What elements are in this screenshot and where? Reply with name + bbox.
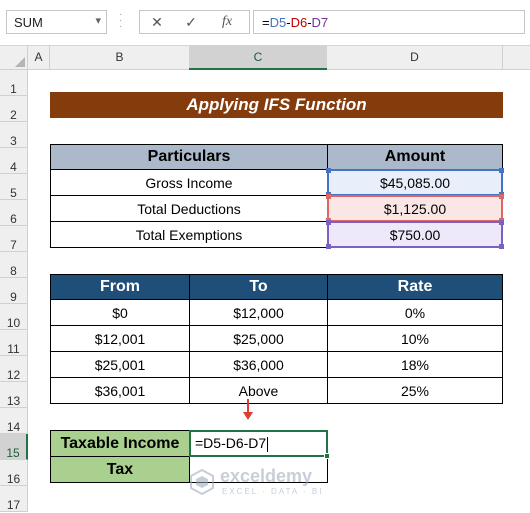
referenced-range-d5[interactable]: $45,085.00 — [326, 168, 504, 197]
amount-cell: $45,085.00 — [379, 174, 451, 191]
chevron-down-icon[interactable]: ▾ — [95, 14, 101, 27]
range-handle[interactable] — [499, 194, 504, 199]
referenced-range-d7[interactable]: $750.00 — [326, 220, 504, 249]
particular-cell[interactable]: Total Exemptions — [50, 221, 328, 248]
formula-token: = — [262, 15, 270, 30]
row-header-3[interactable]: 3 — [0, 122, 28, 148]
column-header-c[interactable]: C — [189, 46, 328, 70]
row-header-15[interactable]: 15 — [0, 434, 28, 460]
active-cell-c15[interactable]: =D5-D6-D7 — [189, 430, 330, 459]
to-cell[interactable]: Above — [189, 377, 328, 404]
rate-cell[interactable]: 25% — [327, 377, 503, 404]
range-handle[interactable] — [499, 244, 504, 249]
row-header-12[interactable]: 12 — [0, 356, 28, 382]
range-handle[interactable] — [326, 168, 331, 173]
row-header-5[interactable]: 5 — [0, 174, 28, 200]
to-cell[interactable]: $12,000 — [189, 299, 328, 326]
watermark-tagline: EXCEL · DATA · BI — [222, 487, 324, 496]
sheet-title[interactable]: Applying IFS Function — [50, 92, 503, 118]
select-all-triangle-icon — [15, 57, 25, 67]
row-header-11[interactable]: 11 — [0, 330, 28, 356]
exceldemy-watermark: exceldemy EXCEL · DATA · BI — [190, 463, 360, 503]
amount-header[interactable]: Amount — [327, 144, 503, 170]
range-handle[interactable] — [326, 194, 331, 199]
from-cell[interactable]: $12,001 — [50, 325, 190, 352]
taxable-income-label[interactable]: Taxable Income — [50, 430, 190, 457]
particular-cell[interactable]: Total Deductions — [50, 195, 328, 222]
cell-editing-text: =D5-D6-D7 — [195, 435, 269, 452]
formula-token: D5 — [269, 15, 287, 30]
column-header-d[interactable]: D — [327, 46, 503, 70]
particulars-header[interactable]: Particulars — [50, 144, 328, 170]
column-header-a[interactable]: A — [28, 46, 50, 70]
from-cell[interactable]: $25,001 — [50, 351, 190, 378]
range-handle[interactable] — [326, 244, 331, 249]
rate-cell[interactable]: 0% — [327, 299, 503, 326]
from-cell[interactable]: $0 — [50, 299, 190, 326]
column-header-filler — [503, 46, 530, 70]
row-header-9[interactable]: 9 — [0, 278, 28, 304]
formula-buttons: ✕ ✓ fx — [139, 10, 250, 34]
formula-input[interactable]: =D5-D6-D7 — [253, 10, 525, 34]
range-handle[interactable] — [499, 168, 504, 173]
rate-cell[interactable]: 18% — [327, 351, 503, 378]
tax-label[interactable]: Tax — [50, 456, 190, 483]
row-header-1[interactable]: 1 — [0, 70, 28, 96]
name-box-value: SUM — [14, 15, 43, 30]
from-cell[interactable]: $36,001 — [50, 377, 190, 404]
insert-function-icon[interactable]: fx — [216, 13, 238, 31]
rate-cell[interactable]: 10% — [327, 325, 503, 352]
row-header-6[interactable]: 6 — [0, 200, 28, 226]
row-header-7[interactable]: 7 — [0, 226, 28, 252]
to-header[interactable]: To — [189, 274, 328, 300]
formula-bar: SUM ▾ · · · ✕ ✓ fx =D5-D6-D7 — [0, 0, 530, 46]
row-header-4[interactable]: 4 — [0, 148, 28, 174]
fill-handle[interactable] — [324, 453, 330, 459]
excel-window: SUM ▾ · · · ✕ ✓ fx =D5-D6-D7 ABCD 12345678… — [0, 0, 530, 513]
range-handle[interactable] — [499, 220, 504, 225]
text-caret — [267, 436, 269, 452]
column-header-b[interactable]: B — [50, 46, 190, 70]
amount-cell: $750.00 — [389, 226, 441, 243]
name-box[interactable]: SUM ▾ — [6, 10, 107, 34]
to-cell[interactable]: $25,000 — [189, 325, 328, 352]
row-header-8[interactable]: 8 — [0, 252, 28, 278]
row-header-10[interactable]: 10 — [0, 304, 28, 330]
annotation-arrow-icon — [243, 399, 253, 420]
to-cell[interactable]: $36,000 — [189, 351, 328, 378]
cancel-icon[interactable]: ✕ — [146, 13, 168, 31]
formula-token: D7 — [311, 15, 329, 30]
row-header-16[interactable]: 16 — [0, 460, 28, 486]
drag-handle-icon[interactable]: · · · — [119, 10, 122, 32]
formula-text: =D5-D6-D7 — [262, 15, 328, 30]
watermark-name: exceldemy — [220, 466, 313, 486]
enter-check-icon[interactable]: ✓ — [180, 13, 202, 31]
particular-cell[interactable]: Gross Income — [50, 169, 328, 196]
row-header-14[interactable]: 14 — [0, 408, 28, 434]
range-handle[interactable] — [326, 220, 331, 225]
row-header-13[interactable]: 13 — [0, 382, 28, 408]
worksheet-grid: ABCD 1 2 3 4 5 6 7 8 9 10 11 12 13 14 15 16 17 Applying … — [0, 46, 530, 513]
referenced-range-d6[interactable]: $1,125.00 — [326, 194, 504, 223]
formula-token: D6 — [290, 15, 308, 30]
row-header-2[interactable]: 2 — [0, 96, 28, 122]
select-all-corner[interactable] — [0, 46, 28, 70]
cell-editing-value: =D5-D6-D7 — [195, 435, 267, 451]
amount-cell: $1,125.00 — [383, 200, 447, 217]
exceldemy-logo-icon — [190, 469, 214, 495]
from-header[interactable]: From — [50, 274, 190, 300]
rate-header[interactable]: Rate — [327, 274, 503, 300]
row-header-17[interactable]: 17 — [0, 486, 28, 512]
